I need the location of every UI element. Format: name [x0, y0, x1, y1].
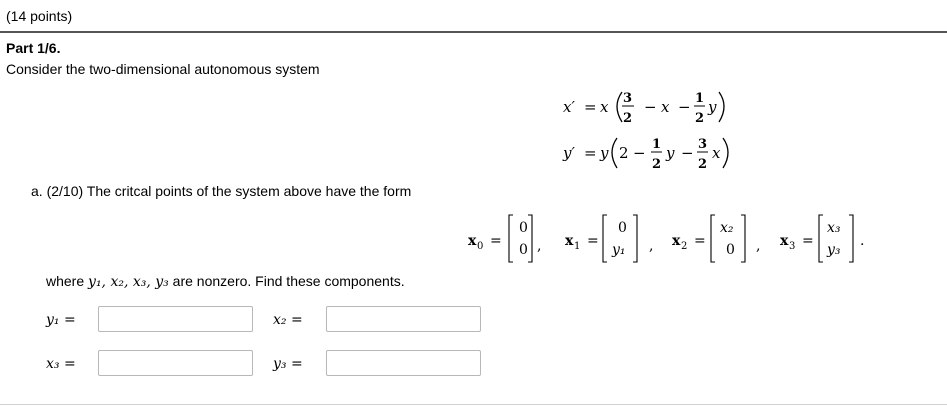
x2-input[interactable] — [326, 306, 481, 332]
svg-text:x: x — [672, 233, 681, 249]
svg-text:=: = — [490, 233, 502, 249]
svg-text:3: 3 — [789, 241, 795, 252]
vector-1-top: 0 — [618, 220, 627, 236]
vector-0-top: 0 — [519, 220, 528, 236]
critical-point-1: x 1 = 0 y₁ , — [565, 214, 653, 263]
critical-point-3: x 3 = x₃ y₃ . — [780, 214, 864, 263]
svg-text:,: , — [537, 238, 541, 254]
svg-text:,: , — [649, 238, 653, 254]
svg-text:=: = — [587, 233, 599, 249]
svg-text:,: , — [756, 238, 760, 254]
vector-2-top: x₂ — [720, 220, 734, 236]
where-suffix: are nonzero. Find these components. — [168, 273, 405, 289]
field-label-y3: y₃ = — [273, 356, 303, 372]
where-prefix: where — [46, 273, 89, 289]
field-label-y1: y₁ = — [46, 312, 76, 328]
where-statement: where y₁, x₂, x₃, y₃ are nonzero. Find t… — [46, 273, 405, 290]
svg-text:=: = — [802, 233, 814, 249]
svg-text:x: x — [565, 233, 574, 249]
critical-points: x 0 = 0 0 , x 1 = 0 y₁ , x 2 = x₂ 0 , x … — [468, 214, 864, 263]
svg-text:1: 1 — [574, 241, 580, 252]
bottom-divider — [0, 404, 947, 405]
y3-input[interactable] — [326, 350, 481, 376]
svg-text:2: 2 — [681, 241, 687, 252]
field-label-x2: x₂ = — [273, 312, 303, 328]
svg-text:0: 0 — [477, 241, 483, 252]
svg-text:=: = — [694, 233, 706, 249]
svg-text:x: x — [468, 233, 477, 249]
y1-input[interactable] — [98, 306, 253, 332]
critical-point-0: x 0 = 0 0 , — [468, 214, 541, 263]
where-vars: y₁, x₂, x₃, y₃ — [88, 274, 169, 290]
vector-3-bottom: y₃ — [826, 242, 841, 258]
vector-1-bottom: y₁ — [611, 242, 626, 258]
critical-point-2: x 2 = x₂ 0 , — [672, 214, 760, 263]
vector-2-bottom: 0 — [726, 242, 735, 258]
vector-3-top: x₃ — [827, 220, 841, 236]
field-label-x3: x₃ = — [46, 356, 76, 372]
svg-text:.: . — [860, 233, 864, 249]
svg-text:x: x — [780, 233, 789, 249]
x3-input[interactable] — [98, 350, 253, 376]
vector-0-bottom: 0 — [519, 242, 528, 258]
